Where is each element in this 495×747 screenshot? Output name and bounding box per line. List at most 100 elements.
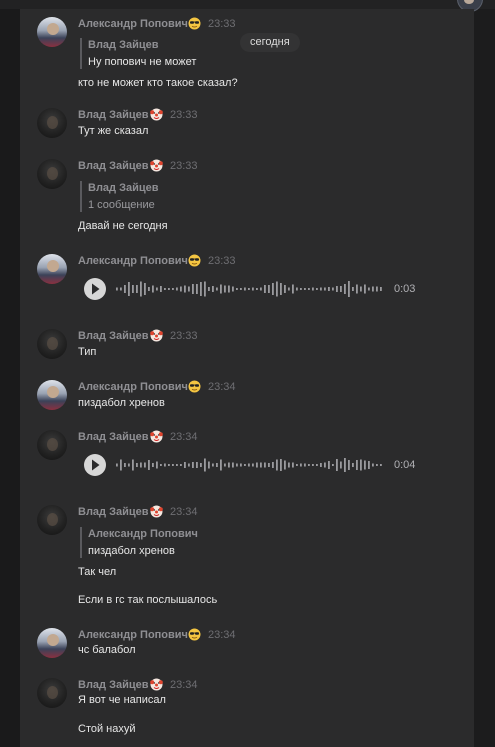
waveform-bar bbox=[304, 463, 306, 467]
voice-message[interactable]: 0:04 bbox=[84, 454, 424, 476]
message-author[interactable]: Александр Попович bbox=[78, 380, 188, 394]
waveform-bar bbox=[332, 464, 334, 466]
message-author[interactable]: Александр Попович bbox=[78, 254, 188, 268]
waveform-bar bbox=[376, 286, 378, 292]
message-author[interactable]: Влад Зайцев bbox=[78, 159, 149, 173]
sunglasses-emoji-icon bbox=[188, 254, 201, 267]
message-text: кто не может кто такое сказал? bbox=[78, 77, 238, 89]
waveform-bar bbox=[300, 288, 302, 290]
waveform-bar bbox=[196, 462, 198, 468]
message-text: Если в гс так послышалось bbox=[78, 594, 218, 606]
message-time: 23:33 bbox=[170, 330, 198, 342]
waveform-bar bbox=[216, 287, 218, 291]
message-author[interactable]: Влад Зайцев bbox=[78, 329, 149, 343]
reply-quote[interactable]: Александр Попович пиздабол хренов bbox=[80, 527, 198, 558]
message-text: чс балабол bbox=[78, 644, 136, 656]
waveform-bar bbox=[292, 462, 294, 468]
waveform-bar bbox=[176, 464, 178, 466]
waveform-bar bbox=[168, 288, 170, 290]
message-author[interactable]: Влад Зайцев bbox=[78, 108, 149, 122]
waveform-bar bbox=[352, 463, 354, 467]
waveform-bar bbox=[368, 287, 370, 291]
waveform-bar bbox=[208, 461, 210, 469]
play-icon bbox=[92, 459, 100, 471]
reply-text: Ну попович не может bbox=[88, 56, 197, 68]
waveform-bar bbox=[324, 462, 326, 468]
waveform-bar bbox=[156, 461, 158, 469]
avatar[interactable] bbox=[37, 505, 67, 535]
sunglasses-emoji-icon bbox=[188, 628, 201, 641]
waveform-bar bbox=[252, 463, 254, 467]
avatar[interactable] bbox=[37, 430, 67, 460]
waveform-bar bbox=[360, 459, 362, 471]
message-author[interactable]: Александр Попович bbox=[78, 17, 188, 31]
clown-emoji-icon bbox=[150, 108, 163, 121]
reply-author: Александр Попович bbox=[88, 528, 198, 540]
waveform-bar bbox=[144, 462, 146, 468]
avatar[interactable] bbox=[37, 108, 67, 138]
avatar[interactable] bbox=[37, 380, 67, 410]
avatar[interactable] bbox=[37, 17, 67, 47]
reply-quote[interactable]: Влад Зайцев 1 сообщение bbox=[80, 181, 159, 212]
message-author[interactable]: Влад Зайцев bbox=[78, 430, 149, 444]
avatar[interactable] bbox=[37, 329, 67, 359]
avatar[interactable] bbox=[37, 678, 67, 708]
waveform-bar bbox=[276, 459, 278, 471]
message-feed[interactable]: Александр Попович 23:33 Влад Зайцев Ну п… bbox=[20, 9, 474, 747]
message-text: Стой нахуй bbox=[78, 723, 136, 735]
waveform-bar bbox=[344, 284, 346, 294]
waveform-bar bbox=[232, 286, 234, 292]
reply-quote[interactable]: Влад Зайцев Ну попович не может bbox=[80, 38, 196, 69]
waveform-bar bbox=[312, 287, 314, 291]
date-badge: сегодня bbox=[240, 33, 300, 52]
message-time: 23:34 bbox=[208, 629, 236, 641]
reply-author: Влад Зайцев bbox=[88, 182, 159, 194]
waveform-bar bbox=[200, 282, 202, 296]
waveform-bar bbox=[172, 464, 174, 466]
message-time: 23:33 bbox=[208, 255, 236, 267]
waveform-bar bbox=[192, 284, 194, 294]
waveform-bar bbox=[264, 285, 266, 293]
voice-message[interactable]: 0:03 bbox=[84, 278, 424, 300]
voice-waveform[interactable] bbox=[116, 455, 384, 475]
waveform-bar bbox=[232, 462, 234, 468]
waveform-bar bbox=[264, 462, 266, 468]
clown-emoji-icon bbox=[150, 505, 163, 518]
scrollbar-track[interactable] bbox=[474, 0, 495, 747]
voice-duration: 0:04 bbox=[394, 459, 416, 471]
waveform-bar bbox=[192, 462, 194, 468]
play-button[interactable] bbox=[84, 278, 106, 300]
waveform-bar bbox=[220, 284, 222, 294]
waveform-bar bbox=[244, 464, 246, 466]
waveform-bar bbox=[144, 283, 146, 295]
waveform-bar bbox=[316, 288, 318, 290]
sunglasses-emoji-icon bbox=[188, 17, 201, 30]
waveform-bar bbox=[128, 463, 130, 467]
reply-text: 1 сообщение bbox=[88, 199, 155, 211]
waveform-bar bbox=[364, 460, 366, 470]
waveform-bar bbox=[120, 459, 122, 471]
waveform-bar bbox=[260, 462, 262, 468]
play-button[interactable] bbox=[84, 454, 106, 476]
message-author[interactable]: Александр Попович bbox=[78, 628, 188, 642]
avatar[interactable] bbox=[37, 254, 67, 284]
avatar[interactable] bbox=[37, 628, 67, 658]
waveform-bar bbox=[380, 464, 382, 466]
waveform-bar bbox=[320, 287, 322, 291]
message-author[interactable]: Влад Зайцев bbox=[78, 678, 149, 692]
voice-waveform[interactable] bbox=[116, 279, 384, 299]
waveform-bar bbox=[272, 462, 274, 468]
waveform-bar bbox=[280, 459, 282, 471]
play-icon bbox=[92, 283, 100, 295]
message-author[interactable]: Влад Зайцев bbox=[78, 505, 149, 519]
waveform-bar bbox=[280, 283, 282, 295]
clown-emoji-icon bbox=[150, 329, 163, 342]
waveform-bar bbox=[268, 285, 270, 293]
chat-header bbox=[0, 0, 495, 12]
waveform-bar bbox=[304, 288, 306, 290]
waveform-bar bbox=[284, 285, 286, 293]
waveform-bar bbox=[300, 463, 302, 467]
waveform-bar bbox=[180, 286, 182, 292]
avatar[interactable] bbox=[37, 159, 67, 189]
message-time: 23:33 bbox=[208, 18, 236, 30]
